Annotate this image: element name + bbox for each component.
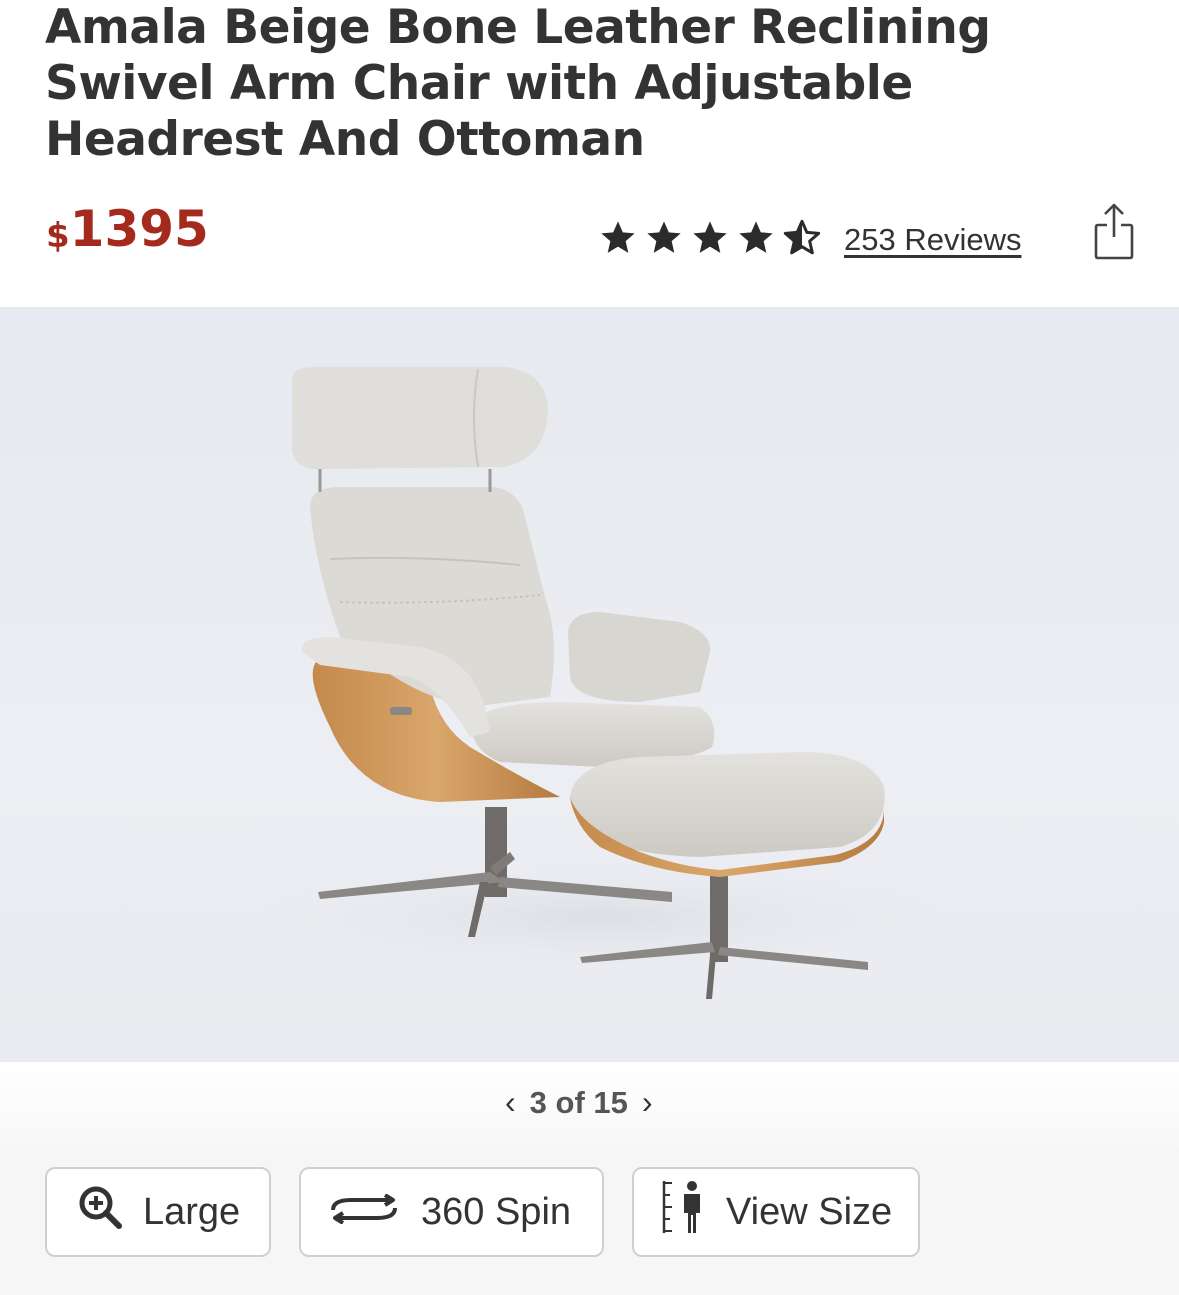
large-view-button[interactable]: Large: [45, 1167, 271, 1257]
price-currency: $: [46, 216, 70, 256]
chair-image: [220, 367, 980, 999]
prev-image-button[interactable]: ‹: [505, 1084, 516, 1121]
star-half-icon: [783, 219, 821, 255]
share-icon: [1094, 203, 1134, 260]
reviews-link[interactable]: 253 Reviews: [844, 222, 1021, 258]
product-price: $1395: [46, 200, 209, 258]
image-counter: 3 of 15: [529, 1084, 628, 1120]
star-full-icon: [693, 221, 727, 253]
star-full-icon: [601, 221, 635, 253]
product-image[interactable]: [0, 307, 1179, 1062]
product-title: Amala Beige Bone Leather Reclining Swive…: [45, 0, 991, 167]
price-amount: 1395: [69, 200, 209, 258]
rotate-360-icon: [327, 1191, 401, 1234]
rating-stars[interactable]: [597, 218, 823, 258]
spin-360-button[interactable]: 360 Spin: [299, 1167, 604, 1257]
star-full-icon: [739, 221, 773, 253]
next-image-button[interactable]: ›: [642, 1084, 653, 1121]
zoom-in-icon: [77, 1184, 123, 1240]
view-size-label: View Size: [726, 1190, 893, 1233]
person-height-icon: [660, 1179, 706, 1245]
view-size-button[interactable]: View Size: [632, 1167, 920, 1257]
share-button[interactable]: [1093, 203, 1135, 261]
star-full-icon: [647, 221, 681, 253]
large-view-label: Large: [143, 1190, 241, 1233]
spin-360-label: 360 Spin: [421, 1190, 572, 1233]
